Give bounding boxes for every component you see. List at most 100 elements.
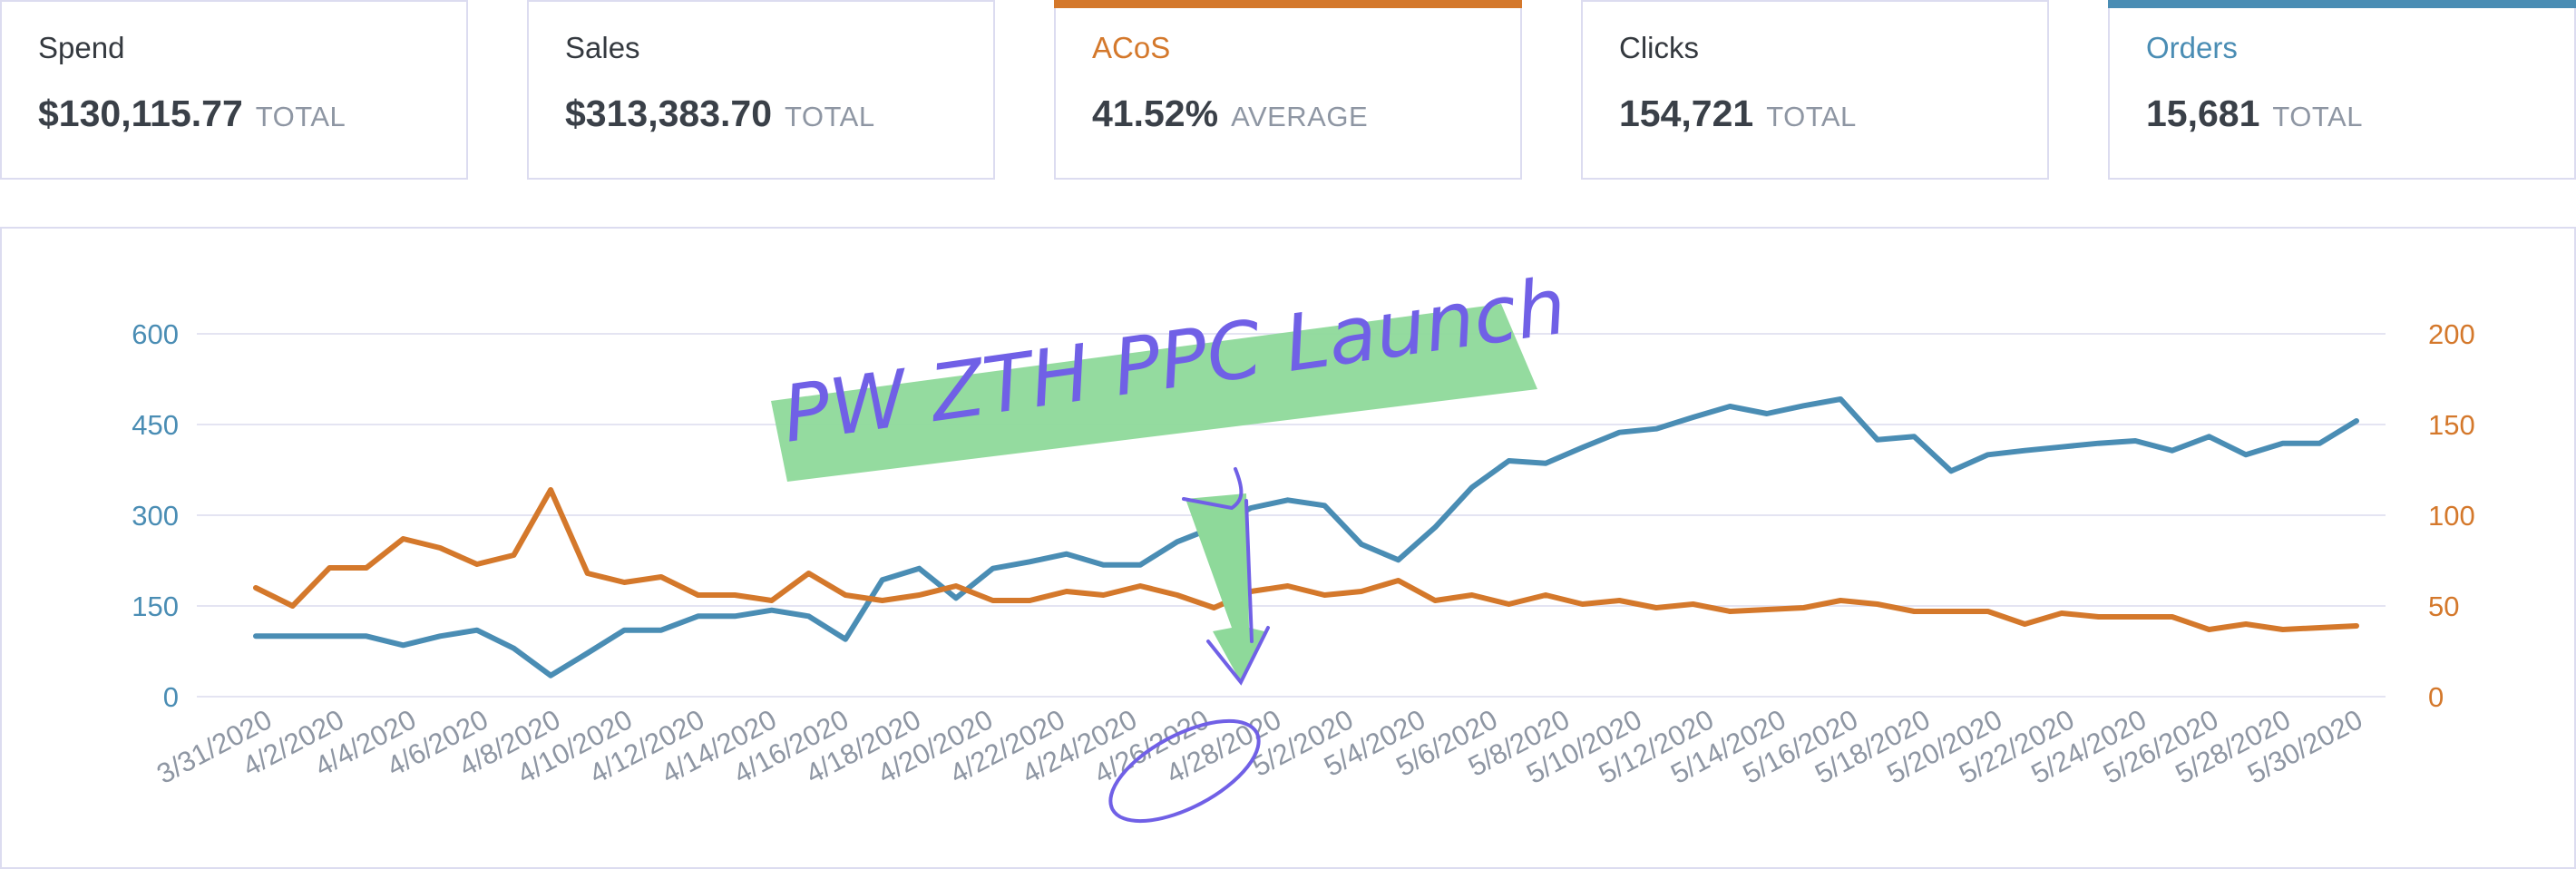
data-point [1212,606,1215,610]
kpi-label: ACoS [1092,31,1171,64]
data-point [1544,462,1547,465]
data-point [1986,453,1990,456]
data-point [1433,599,1437,602]
series-points [254,488,2358,631]
right-tick-label: 100 [2428,500,2475,532]
data-point [2060,445,2064,449]
data-point [1765,412,1769,415]
data-point [733,614,737,618]
chart-panel: 0 150 300 450 600 0 50 100 150 200 3/31/2020 4/2/… [0,227,2576,869]
kpi-card-clicks[interactable]: Clicks 154,721 TOTAL [1581,0,2049,180]
data-point [1617,431,1621,434]
data-point [1617,599,1621,602]
data-point [1249,506,1253,510]
data-point [881,578,884,581]
data-point [1176,593,1179,597]
data-point [1728,405,1732,408]
kpi-aggregate: TOTAL [255,101,346,132]
kpi-card-acos[interactable]: ACoS 41.52% AVERAGE [1054,0,1522,180]
kpi-aggregate: TOTAL [1766,101,1857,132]
data-point [844,593,847,597]
data-point [1470,593,1474,597]
data-point [2171,449,2174,453]
data-point [2133,439,2137,443]
data-point [1839,599,1842,602]
data-point [1286,584,1290,588]
data-point [1507,459,1510,463]
data-point [1322,503,1326,507]
data-point [2355,624,2358,628]
data-point [549,488,552,492]
data-point [991,567,995,571]
series-line-acos [253,487,2359,632]
kpi-label: Orders [2146,31,2238,64]
data-point [1397,579,1400,582]
data-point [954,596,958,600]
kpi-label: Spend [38,31,125,64]
kpi-aggregate: AVERAGE [1231,101,1369,132]
data-point [1102,563,1106,567]
data-point [438,634,442,638]
data-point [697,593,700,597]
data-point [917,593,921,597]
data-point [365,566,368,570]
data-point [806,571,810,575]
selected-accent-bar [1054,0,1522,8]
data-point [1065,552,1068,556]
data-point [1728,610,1732,613]
data-point [1028,599,1031,602]
data-point [1765,608,1769,611]
data-point [254,634,258,638]
left-tick-label: 150 [132,591,179,622]
data-point [475,629,479,632]
data-point [2207,628,2210,631]
data-point [1397,558,1400,561]
data-point [1876,602,1879,606]
kpi-card-spend[interactable]: Spend $130,115.77 TOTAL [0,0,468,180]
data-point [512,553,515,557]
data-point [2171,615,2174,619]
data-point [954,584,958,588]
data-point [2317,626,2321,630]
kpi-cards: Spend $130,115.77 TOTAL Sales $313,383.70… [0,0,2576,181]
data-point [402,643,405,647]
data-point [1912,434,1916,438]
data-point [1138,563,1142,567]
data-point [512,647,515,650]
kpi-aggregate: TOTAL [785,101,875,132]
right-tick-label: 50 [2428,591,2459,622]
left-tick-label: 300 [132,500,179,532]
data-point [327,634,331,638]
data-point [881,599,884,602]
kpi-card-orders[interactable]: Orders 15,681 TOTAL [2108,0,2576,180]
data-point [475,562,479,566]
right-axis-ticks: 0 50 100 150 200 [2428,318,2475,713]
data-point [1065,590,1068,593]
data-point [659,629,663,632]
data-point [327,566,331,570]
data-point [659,575,663,579]
series-lines [253,396,2359,679]
data-point [1322,593,1326,597]
data-point [2317,442,2321,445]
data-point [2207,434,2210,438]
data-point [1839,397,1842,401]
data-point [622,629,626,632]
data-point [1581,602,1585,606]
data-point [1138,584,1142,588]
kpi-card-sales[interactable]: Sales $313,383.70 TOTAL [527,0,995,180]
data-point [622,581,626,584]
data-point [291,634,295,638]
data-point [1544,593,1547,597]
right-tick-label: 0 [2428,681,2444,713]
kpi-value: 15,681 TOTAL [2146,93,2363,134]
line-chart: 0150300450600 050100150200 3/31/20204/2/… [132,261,2475,824]
data-point [917,567,921,571]
left-tick-label: 600 [132,318,179,350]
data-point [1876,438,1879,442]
data-point [1286,498,1290,502]
data-point [586,651,590,655]
data-point [291,604,295,608]
data-point [1912,610,1916,613]
data-point [1360,590,1363,593]
